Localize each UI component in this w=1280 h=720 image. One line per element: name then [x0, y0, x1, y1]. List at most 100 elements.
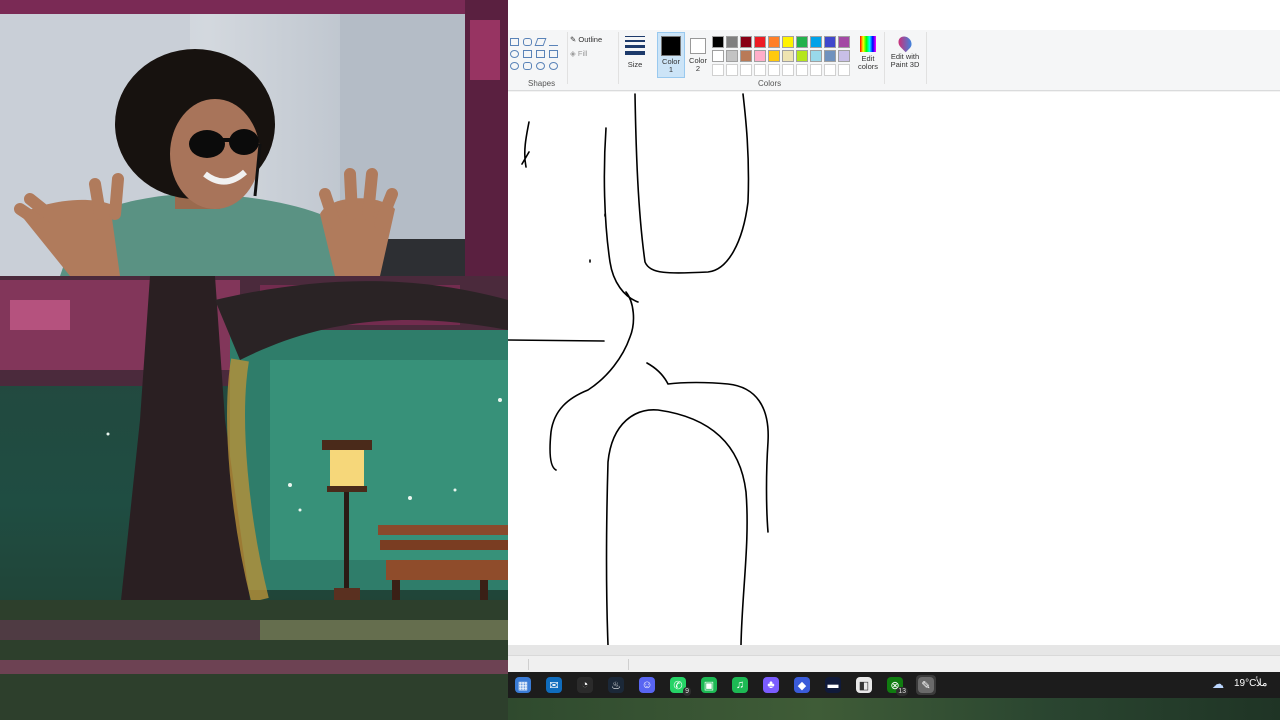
palette-swatch[interactable] — [768, 50, 780, 62]
diamond-shape-icon[interactable] — [510, 50, 519, 58]
palette-swatch[interactable] — [796, 36, 808, 48]
rectangle-shape-icon[interactable] — [510, 38, 519, 46]
tray-language-text[interactable]: ملأ — [1256, 678, 1267, 689]
right-arrow-shape-icon[interactable] — [523, 50, 532, 58]
left-arrow-shape-icon[interactable] — [536, 50, 545, 58]
outlook-icon[interactable]: ✉ — [544, 675, 564, 695]
palette-swatch[interactable] — [726, 36, 738, 48]
edit-colors-button[interactable]: Edit colors — [854, 34, 882, 78]
callout-rect-shape-icon[interactable] — [523, 62, 532, 70]
notification-badge: 13 — [896, 687, 908, 696]
line-size-icon — [625, 36, 645, 55]
terminal-icon[interactable]: ▬ — [823, 675, 843, 695]
triangle-shape-icon[interactable] — [549, 38, 558, 46]
stroke-bottom-tube — [605, 409, 748, 645]
stroke-horizontal-line — [508, 339, 605, 342]
weather-temperature: 19°C — [1234, 678, 1257, 689]
spotify-icon[interactable]: ♫ — [730, 675, 750, 695]
start-menu-glyph: ▦ — [515, 677, 531, 693]
steam-glyph: ♨ — [608, 677, 624, 693]
polygon-shape-icon[interactable] — [534, 38, 547, 46]
paint-ribbon: ✎ Outline ◈ Fill Size Color 1 Color 2 Ed… — [508, 30, 1280, 91]
size-button[interactable]: Size — [623, 34, 647, 74]
paint-title-bar — [508, 0, 1280, 30]
palette-swatch[interactable] — [740, 36, 752, 48]
discord-ptb-icon[interactable]: ☺ — [637, 675, 657, 695]
palette-swatch[interactable] — [740, 50, 752, 62]
palette-swatch[interactable] — [824, 36, 836, 48]
color1-button[interactable]: Color 1 — [657, 32, 685, 78]
color1-label: Color 1 — [662, 57, 680, 74]
palette-swatch[interactable] — [754, 36, 766, 48]
freehand-drawing — [508, 93, 769, 645]
discord-ptb-glyph: ☺ — [639, 677, 655, 693]
horizontal-scrollbar[interactable] — [508, 645, 1280, 655]
palette-swatch[interactable] — [838, 50, 850, 62]
up-arrow-shape-icon[interactable] — [549, 50, 558, 58]
paint-glyph: ✎ — [918, 677, 934, 693]
color2-button[interactable]: Color 2 — [686, 32, 710, 76]
drawing-canvas[interactable] — [508, 92, 1280, 645]
xbox-app-glyph: ▣ — [701, 677, 717, 693]
custom-color-slot[interactable] — [740, 64, 752, 76]
fill-dropdown[interactable]: ◈ Fill — [570, 50, 587, 58]
palette-swatch[interactable] — [754, 50, 766, 62]
custom-color-slot[interactable] — [810, 64, 822, 76]
palette-swatch[interactable] — [810, 36, 822, 48]
palette-swatch[interactable] — [838, 36, 850, 48]
palette-swatch[interactable] — [810, 50, 822, 62]
color2-label: Color 2 — [689, 56, 707, 73]
custom-color-slot[interactable] — [712, 64, 724, 76]
palette-swatch[interactable] — [712, 50, 724, 62]
gamepad-app-icon[interactable]: ♣ — [761, 675, 781, 695]
roblox-glyph: ◧ — [856, 677, 872, 693]
custom-color-slot[interactable] — [782, 64, 794, 76]
shapes-gallery[interactable] — [508, 34, 566, 78]
custom-color-slot[interactable] — [726, 64, 738, 76]
spotify-glyph: ♫ — [732, 677, 748, 693]
start-menu-icon[interactable]: ▦ — [513, 675, 533, 695]
palette-swatch[interactable] — [796, 50, 808, 62]
xbox-icon[interactable]: ⊗ 13 — [885, 675, 908, 696]
whatsapp-icon[interactable]: ✆ 9 — [668, 675, 691, 696]
size-label: Size — [627, 60, 643, 69]
roblox-icon[interactable]: ◧ — [854, 675, 874, 695]
status-bar — [508, 655, 1280, 673]
stroke-top-tube — [634, 93, 750, 274]
rounded-rectangle-shape-icon[interactable] — [523, 38, 532, 46]
outline-label: Outline — [578, 35, 603, 44]
edit-with-paint3d-button[interactable]: Edit with Paint 3D — [888, 33, 922, 78]
streamer-figure — [0, 14, 465, 276]
stroke-top-left-tick — [521, 121, 530, 168]
color-palette — [712, 34, 862, 78]
palette-swatch[interactable] — [782, 36, 794, 48]
edit-paint3d-label: Edit with Paint 3D — [890, 52, 920, 69]
vpn-icon[interactable]: ◆ — [792, 675, 812, 695]
windows-taskbar: ▦ ✉ ◔ ♨ ☺ ✆ 9 ▣ ♫ ♣ ◆ ▬ ◧ ⊗ 13 ✎ — [508, 672, 1280, 698]
outline-dropdown[interactable]: ✎ Outline — [570, 36, 602, 44]
custom-color-slot[interactable] — [824, 64, 836, 76]
clock-app-icon[interactable]: ◔ — [575, 675, 595, 695]
clock-app-glyph: ◔ — [577, 677, 593, 693]
palette-swatch[interactable] — [824, 50, 836, 62]
custom-color-slot[interactable] — [838, 64, 850, 76]
fill-icon: ◈ — [570, 49, 578, 58]
palette-swatch[interactable] — [726, 50, 738, 62]
stroke-mid-curve — [549, 291, 635, 471]
stroke-right-arc — [646, 362, 769, 533]
weather-cloud-icon: ☁ — [1212, 677, 1224, 691]
star-shape-icon[interactable] — [510, 62, 519, 70]
custom-color-slot[interactable] — [754, 64, 766, 76]
callout-cloud-shape-icon[interactable] — [549, 62, 558, 70]
callout-oval-shape-icon[interactable] — [536, 62, 545, 70]
terminal-glyph: ▬ — [825, 677, 841, 693]
steam-icon[interactable]: ♨ — [606, 675, 626, 695]
custom-color-slot[interactable] — [768, 64, 780, 76]
palette-swatch[interactable] — [768, 36, 780, 48]
paint-icon[interactable]: ✎ — [916, 675, 936, 695]
notification-badge: 9 — [683, 687, 691, 696]
custom-color-slot[interactable] — [796, 64, 808, 76]
xbox-app-icon[interactable]: ▣ — [699, 675, 719, 695]
palette-swatch[interactable] — [782, 50, 794, 62]
palette-swatch[interactable] — [712, 36, 724, 48]
